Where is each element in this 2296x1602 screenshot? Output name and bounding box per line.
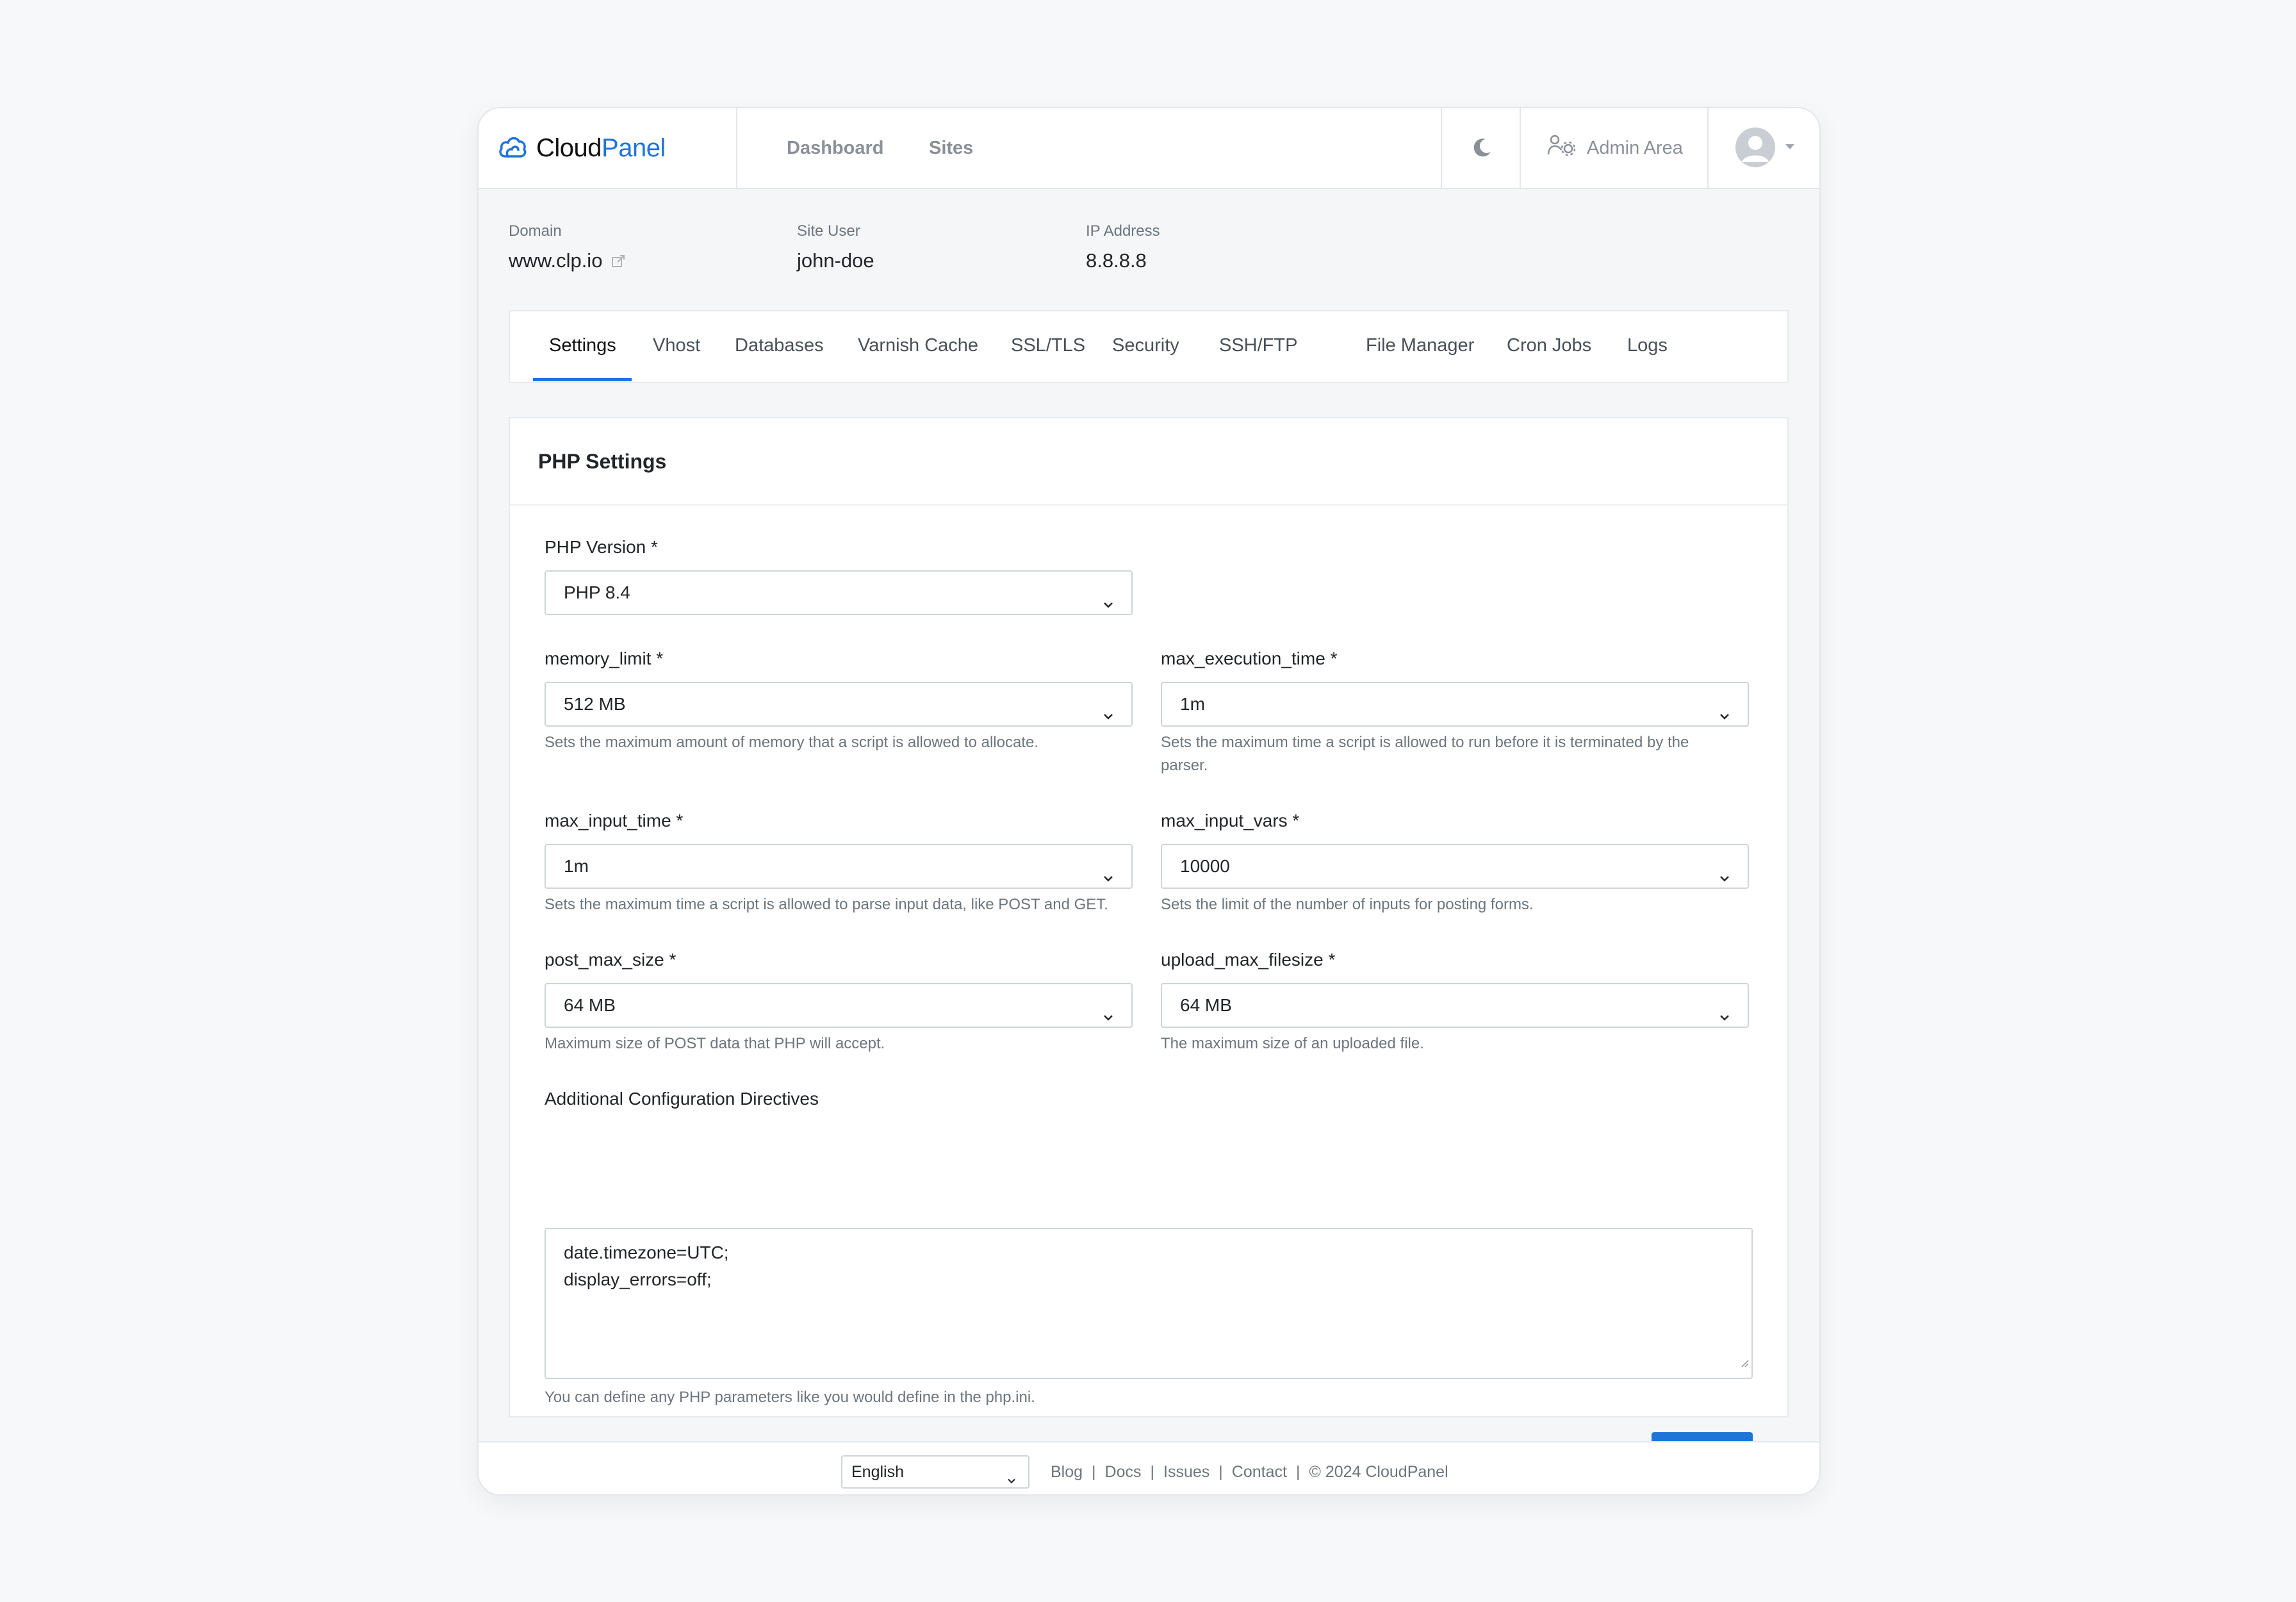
max-input-vars-label: max_input_vars * [1161, 811, 1300, 830]
domain-text[interactable]: www.clp.io [509, 249, 602, 272]
post-max-size-select[interactable]: 64 MB [545, 983, 1133, 1028]
post-max-size-label: post_max_size * [545, 950, 676, 970]
user-avatar-icon[interactable] [1735, 128, 1775, 167]
tab-settings[interactable]: Settings [549, 311, 616, 382]
domain-value: www.clp.io [509, 249, 626, 272]
php-version-label: PHP Version * [545, 537, 658, 557]
cloud-icon [498, 133, 527, 163]
chevron-down-icon [1101, 998, 1116, 1041]
max-input-time-label: max_input_time * [545, 811, 684, 830]
upload-max-filesize-label: upload_max_filesize * [1161, 950, 1336, 970]
resize-handle-icon[interactable] [1740, 1348, 1749, 1375]
chevron-down-icon[interactable] [1785, 144, 1794, 149]
logo-text: CloudPanel [536, 134, 666, 163]
tab-security[interactable]: Security [1112, 311, 1179, 382]
max-execution-time-label: max_execution_time * [1161, 648, 1338, 668]
max-execution-time-help: Sets the maximum time a script is allowe… [1161, 731, 1689, 777]
users-gear-icon [1547, 134, 1577, 162]
nav-dashboard[interactable]: Dashboard [787, 108, 883, 188]
header-divider [736, 108, 737, 188]
max-input-time-value: 1m [564, 856, 589, 876]
upload-max-filesize-value: 64 MB [1180, 995, 1232, 1015]
memory-limit-help: Sets the maximum amount of memory that a… [545, 734, 1038, 751]
ip-address-value: 8.8.8.8 [1086, 249, 1147, 272]
chevron-down-icon [1101, 586, 1116, 628]
site-user-value: john-doe [797, 249, 874, 272]
memory-limit-value: 512 MB [564, 694, 626, 714]
site-user-label: Site User [797, 222, 860, 240]
app-window: CloudPanel Dashboard Sites Admin Area Do… [477, 107, 1821, 1496]
upload-max-filesize-help: The maximum size of an uploaded file. [1161, 1035, 1424, 1052]
help-line: Sets the maximum time a script is allowe… [1161, 734, 1689, 751]
max-input-time-help: Sets the maximum time a script is allowe… [545, 896, 1108, 913]
directive-line: display_errors=off; [564, 1269, 712, 1289]
max-input-vars-value: 10000 [1180, 856, 1230, 876]
footer-links: Blog | Docs | Issues | Contact | © 2024 CloudPan… [1051, 1455, 1448, 1489]
chevron-down-icon [1005, 1467, 1018, 1494]
tab-vhost[interactable]: Vhost [653, 311, 700, 382]
language-value: English [851, 1463, 904, 1481]
chevron-down-icon [1717, 697, 1732, 739]
additional-directives-help: You can define any PHP parameters like y… [545, 1389, 1035, 1406]
header-divider [1707, 108, 1709, 188]
logo-cloud-text: Cloud [536, 133, 602, 162]
tab-logs[interactable]: Logs [1627, 311, 1668, 382]
tab-cron-jobs[interactable]: Cron Jobs [1507, 311, 1591, 382]
footer-link-blog[interactable]: Blog [1051, 1463, 1083, 1481]
card-title: PHP Settings [538, 450, 667, 473]
tab-databases[interactable]: Databases [735, 311, 824, 382]
chevron-down-icon [1717, 998, 1732, 1041]
tab-varnish-cache[interactable]: Varnish Cache [858, 311, 978, 382]
site-tabs: Settings Vhost Databases Varnish Cache S… [509, 310, 1789, 383]
domain-label: Domain [509, 222, 562, 240]
post-max-size-value: 64 MB [564, 995, 616, 1015]
footer-separator: | [1150, 1463, 1155, 1481]
top-navbar: CloudPanel Dashboard Sites Admin Area [479, 108, 1819, 189]
max-execution-time-select[interactable]: 1m [1161, 682, 1749, 727]
additional-directives-textarea[interactable]: date.timezone=UTC; display_errors=off; [545, 1228, 1753, 1379]
footer-separator: | [1295, 1463, 1300, 1481]
tab-ssl-tls[interactable]: SSL/TLS [1011, 311, 1085, 382]
language-select[interactable]: English [841, 1455, 1029, 1489]
ip-address-label: IP Address [1086, 222, 1160, 240]
chevron-down-icon [1101, 697, 1116, 739]
max-input-time-select[interactable]: 1m [545, 844, 1133, 889]
active-tab-indicator [533, 378, 632, 381]
php-version-select[interactable]: PHP 8.4 [545, 570, 1133, 615]
copyright-text: © 2024 CloudPanel [1309, 1463, 1448, 1481]
memory-limit-select[interactable]: 512 MB [545, 682, 1133, 727]
post-max-size-help: Maximum size of POST data that PHP will … [545, 1035, 885, 1052]
footer-separator: | [1092, 1463, 1096, 1481]
footer-link-contact[interactable]: Contact [1232, 1463, 1287, 1481]
tab-ssh-ftp[interactable]: SSH/FTP [1219, 311, 1297, 382]
upload-max-filesize-select[interactable]: 64 MB [1161, 983, 1749, 1028]
additional-directives-label: Additional Configuration Directives [545, 1089, 819, 1109]
tab-file-manager[interactable]: File Manager [1366, 311, 1474, 382]
footer: English Blog | Docs | Issues | Contact | © 2024 … [479, 1441, 1819, 1494]
cloudpanel-logo[interactable]: CloudPanel [498, 108, 666, 188]
php-version-value: PHP 8.4 [564, 582, 630, 602]
max-input-vars-select[interactable]: 10000 [1161, 844, 1749, 889]
header-divider [1520, 108, 1521, 188]
max-input-vars-help: Sets the limit of the number of inputs f… [1161, 896, 1534, 913]
footer-link-issues[interactable]: Issues [1163, 1463, 1210, 1481]
header-divider [1441, 108, 1442, 188]
admin-area-link[interactable]: Admin Area [1547, 108, 1683, 188]
php-settings-card: PHP Settings PHP Version * PHP 8.4 memor… [509, 417, 1789, 1487]
chevron-down-icon [1717, 859, 1732, 902]
moon-icon[interactable] [1472, 136, 1493, 161]
max-execution-time-value: 1m [1180, 694, 1205, 714]
external-link-icon[interactable] [608, 249, 626, 272]
help-line: parser. [1161, 757, 1208, 774]
card-divider [510, 504, 1787, 506]
directive-line: date.timezone=UTC; [564, 1243, 729, 1262]
footer-separator: | [1218, 1463, 1223, 1481]
logo-panel-text: Panel [602, 133, 666, 162]
memory-limit-label: memory_limit * [545, 648, 664, 668]
footer-link-docs[interactable]: Docs [1105, 1463, 1142, 1481]
admin-area-label: Admin Area [1587, 137, 1683, 158]
nav-sites[interactable]: Sites [929, 108, 973, 188]
